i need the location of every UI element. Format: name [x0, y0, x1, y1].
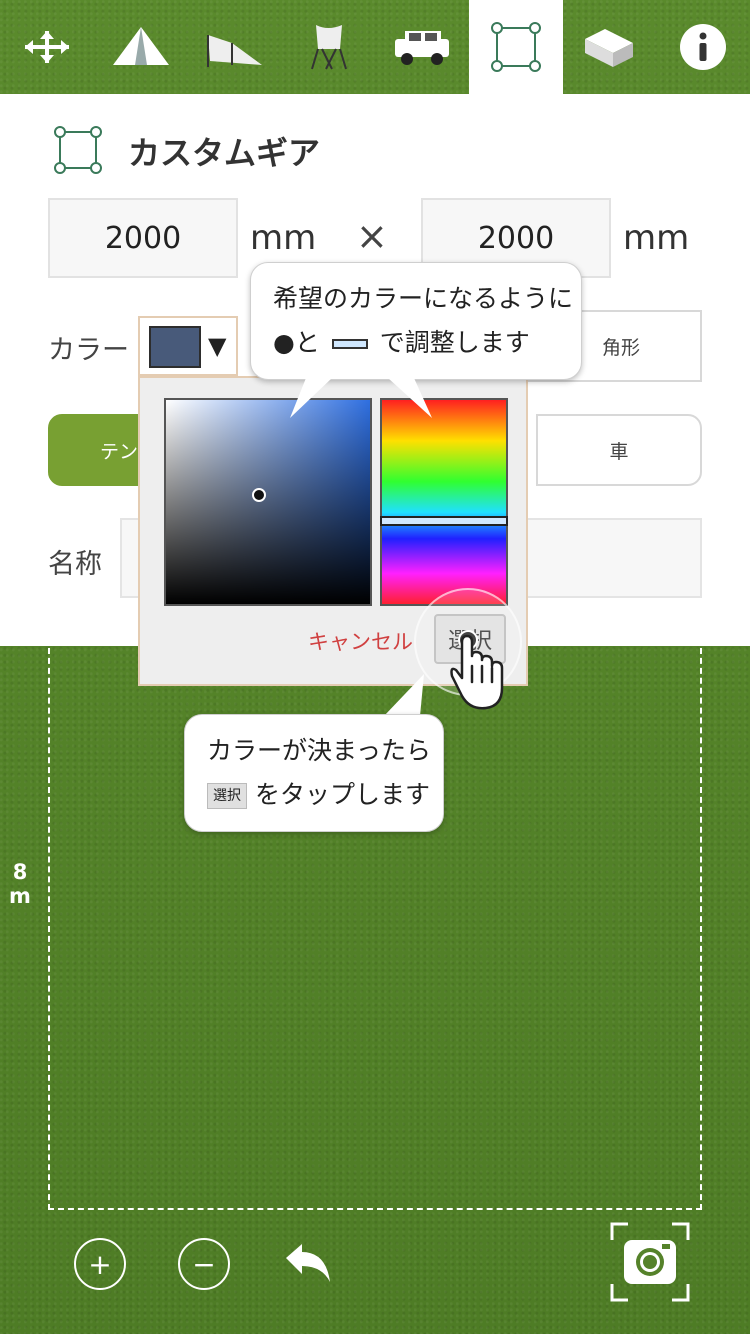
hue-bar-mini-icon	[331, 339, 368, 349]
hint-line-3: カラーが決まったら	[207, 736, 432, 765]
square-shape-icon	[54, 126, 102, 174]
color-picker-button[interactable]: ▼	[138, 316, 238, 376]
tarp-icon	[207, 35, 263, 67]
hue-slider[interactable]	[380, 398, 508, 606]
times-symbol: ×	[356, 214, 388, 258]
color-label: カラー	[48, 335, 129, 366]
hue-slider-handle[interactable]	[380, 516, 508, 526]
dimension-value: 8	[12, 860, 28, 884]
dropdown-caret-icon: ▼	[208, 332, 227, 360]
move-tool-button[interactable]	[0, 0, 94, 94]
height-unit-label: mm	[623, 218, 690, 258]
custom-gear-tool-button[interactable]	[468, 0, 563, 94]
square-shape-icon	[490, 22, 541, 72]
pointing-hand-icon	[450, 630, 504, 710]
tent-tool-button[interactable]	[94, 0, 188, 94]
hint-dot-text: ●と	[273, 328, 320, 357]
hint-callout-select: カラーが決まったら 選択 をタップします	[184, 714, 444, 832]
hint-callout-adjust: 希望のカラーになるように ●と で調整します	[250, 262, 582, 380]
dimension-label: 8 m	[8, 860, 32, 908]
callout-pointer	[290, 378, 432, 418]
page-title: カスタムギア	[128, 134, 321, 172]
top-toolbar	[0, 0, 750, 94]
mini-select-button: 選択	[207, 783, 247, 809]
hint-line-1: 希望のカラーになるように	[273, 284, 574, 313]
width-unit-label: mm	[250, 218, 317, 258]
box-tool-button[interactable]	[563, 0, 657, 94]
name-label: 名称	[48, 549, 102, 580]
dimension-unit: m	[9, 884, 31, 908]
color-cursor-handle[interactable]	[252, 488, 266, 502]
tent-icon	[112, 27, 169, 65]
hint-adjust-text: で調整します	[379, 328, 530, 357]
category-tab-car[interactable]: 車	[536, 414, 702, 486]
category-car-label: 車	[609, 440, 629, 463]
box-icon	[585, 29, 634, 67]
chair-tool-button[interactable]	[281, 0, 375, 94]
info-icon	[680, 24, 727, 70]
camera-icon[interactable]	[610, 1222, 690, 1302]
color-swatch	[149, 326, 201, 368]
zoom-in-button[interactable]: +	[74, 1238, 126, 1290]
cancel-button[interactable]: キャンセル	[308, 626, 413, 656]
callout-pointer	[384, 674, 424, 716]
car-icon	[394, 31, 449, 65]
zoom-out-button[interactable]: −	[178, 1238, 230, 1290]
tarp-tool-button[interactable]	[188, 0, 282, 94]
shape-option-label: 角形	[601, 336, 640, 359]
undo-icon[interactable]	[282, 1240, 334, 1288]
hint-line-4: 選択 をタップします	[207, 773, 430, 817]
width-input[interactable]: 2000	[48, 198, 238, 278]
chair-icon	[311, 25, 348, 70]
hint-line-2: ●と で調整します	[273, 321, 559, 365]
hint-tap-text: をタップします	[255, 780, 431, 809]
car-tool-button[interactable]	[375, 0, 469, 94]
move-arrows-icon	[24, 31, 69, 63]
category-tent-label: テン	[100, 440, 139, 463]
info-tool-button[interactable]	[656, 0, 750, 94]
saturation-value-area[interactable]	[164, 398, 372, 606]
